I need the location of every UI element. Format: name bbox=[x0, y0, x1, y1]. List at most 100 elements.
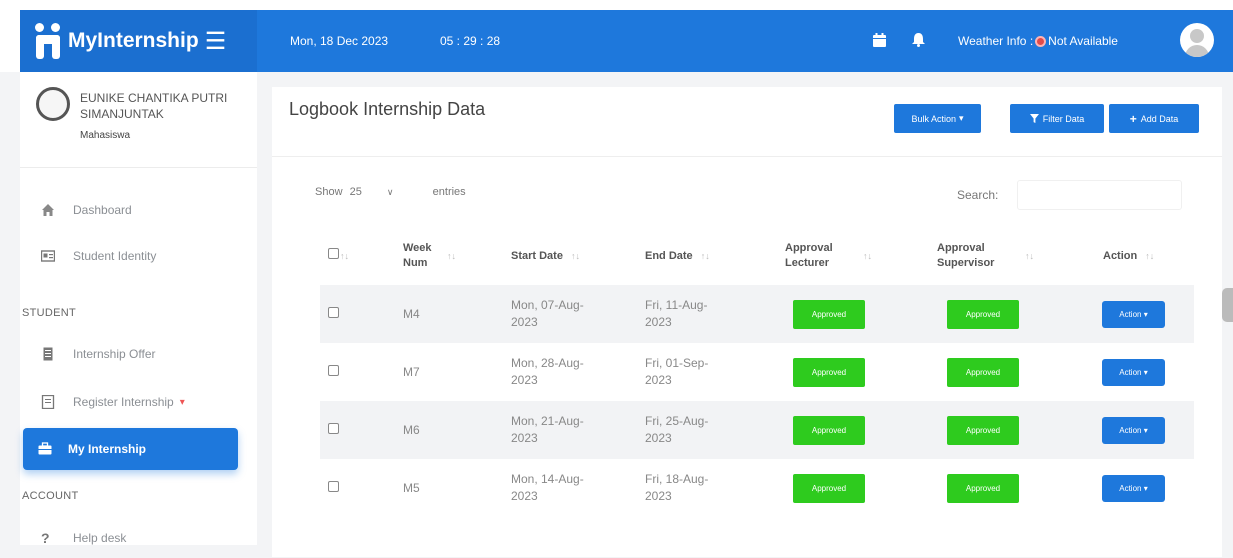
select-all-checkbox[interactable] bbox=[328, 248, 339, 259]
start-date-cell: Mon, 21-Aug-2023 bbox=[511, 414, 584, 445]
entries-value: 25 bbox=[349, 186, 362, 198]
search-input[interactable] bbox=[1017, 180, 1182, 210]
end-date-cell: Fri, 11-Aug-2023 bbox=[645, 298, 708, 329]
bulk-action-label: Bulk Action bbox=[911, 113, 956, 124]
weather-info: Weather Info : Not Available bbox=[958, 34, 1118, 48]
column-header-approval-lecturer[interactable]: Approval Lecturer ↑↓ bbox=[777, 227, 929, 285]
table-row[interactable]: M6 Mon, 21-Aug-2023 Fri, 25-Aug-2023 App… bbox=[320, 401, 1194, 459]
table-row[interactable]: M5 Mon, 14-Aug-2023 Fri, 18-Aug-2023 App… bbox=[320, 459, 1194, 517]
calendar-icon[interactable] bbox=[873, 33, 886, 47]
approved-badge: Approved bbox=[947, 357, 1019, 387]
row-checkbox[interactable] bbox=[328, 480, 339, 492]
sidebar-item-label: Dashboard bbox=[73, 203, 132, 217]
table-row[interactable]: M7 Mon, 28-Aug-2023 Fri, 01-Sep-2023 App… bbox=[320, 343, 1194, 401]
bulk-action-button[interactable]: Bulk Action ▾ bbox=[894, 104, 981, 133]
approved-badge: Approved bbox=[947, 415, 1019, 445]
approved-badge: Approved bbox=[947, 299, 1019, 329]
start-date-header-label: Start Date bbox=[511, 249, 563, 262]
sort-icon[interactable]: ↑↓ bbox=[571, 251, 580, 261]
action-label: Action bbox=[1119, 425, 1142, 435]
help-icon: ? bbox=[41, 530, 50, 546]
action-header-label: Action bbox=[1103, 249, 1138, 262]
row-action-button[interactable]: Action ▾ bbox=[1102, 358, 1165, 386]
filter-icon bbox=[1029, 114, 1039, 123]
sidebar-item-help-desk[interactable]: ? Help desk bbox=[20, 518, 257, 558]
brand[interactable]: MyInternship ☰ bbox=[20, 10, 257, 72]
row-action-button[interactable]: Action ▾ bbox=[1102, 300, 1165, 328]
sidebar-item-label: Internship Offer bbox=[73, 347, 156, 361]
sidebar-item-internship-offer[interactable]: Internship Offer bbox=[20, 334, 257, 374]
row-action-button[interactable]: Action ▾ bbox=[1102, 474, 1165, 502]
show-label: Show bbox=[315, 186, 343, 198]
profile-block: EUNIKE CHANTIKA PUTRI SIMANJUNTAK Mahasi… bbox=[20, 72, 257, 168]
week-header-label: Week Num bbox=[403, 242, 432, 269]
sidebar-section-student: STUDENT bbox=[22, 307, 77, 319]
supervisor-header-label: Approval Supervisor bbox=[937, 242, 995, 269]
bell-icon[interactable] bbox=[912, 33, 925, 47]
sort-icon[interactable]: ↑↓ bbox=[1145, 251, 1154, 261]
logbook-card: Logbook Internship Data Bulk Action ▾ Fi… bbox=[272, 87, 1222, 557]
sidebar-item-my-internship[interactable]: My Internship bbox=[23, 428, 238, 470]
top-bar: MyInternship ☰ Mon, 18 Dec 2023 05 : 29 … bbox=[0, 0, 1233, 72]
page-title: Logbook Internship Data bbox=[289, 99, 486, 119]
row-checkbox[interactable] bbox=[328, 306, 339, 318]
document-icon bbox=[43, 347, 53, 361]
approved-badge: Approved bbox=[793, 415, 865, 445]
entries-label: entries bbox=[432, 186, 466, 198]
entries-select[interactable]: 25 ∨ bbox=[350, 186, 426, 198]
table-header-row: ↑↓ Week Num ↑↓ Start Date ↑↓ End Date ↑↓ Ap… bbox=[320, 227, 1194, 285]
start-date-cell: Mon, 07-Aug-2023 bbox=[511, 298, 584, 329]
sort-icon[interactable]: ↑↓ bbox=[701, 251, 710, 261]
week-cell: M4 bbox=[395, 285, 503, 343]
select-all-header[interactable]: ↑↓ bbox=[320, 227, 395, 285]
filter-data-button[interactable]: Filter Data bbox=[1010, 104, 1104, 133]
chevron-down-icon: ▾ bbox=[179, 396, 185, 408]
approved-badge: Approved bbox=[793, 473, 865, 503]
profile-avatar bbox=[36, 87, 70, 121]
sort-icon[interactable]: ↑↓ bbox=[340, 251, 349, 261]
form-icon bbox=[41, 395, 55, 409]
week-cell: M5 bbox=[403, 480, 420, 495]
chevron-down-icon: ▾ bbox=[959, 113, 964, 123]
action-label: Action bbox=[1119, 309, 1142, 319]
sort-icon[interactable]: ↑↓ bbox=[447, 251, 456, 261]
row-checkbox[interactable] bbox=[328, 422, 339, 434]
sort-icon[interactable]: ↑↓ bbox=[1025, 251, 1034, 261]
sidebar-item-label: Student Identity bbox=[73, 249, 157, 263]
menu-toggle-icon[interactable]: ☰ bbox=[205, 27, 227, 56]
sidebar-item-register-internship[interactable]: Register Internship ▾ bbox=[20, 382, 257, 422]
week-cell: M7 bbox=[403, 364, 420, 379]
start-date-cell: Mon, 14-Aug-2023 bbox=[511, 472, 584, 503]
week-cell: M6 bbox=[395, 401, 503, 459]
weather-value: Not Available bbox=[1048, 34, 1118, 48]
chevron-down-icon: ∨ bbox=[386, 187, 394, 197]
user-avatar[interactable] bbox=[1180, 23, 1214, 57]
sort-icon[interactable]: ↑↓ bbox=[863, 251, 872, 261]
column-header-start-date[interactable]: Start Date ↑↓ bbox=[503, 227, 637, 285]
action-label: Action bbox=[1119, 483, 1142, 493]
row-action-button[interactable]: Action ▾ bbox=[1102, 416, 1165, 444]
sidebar-item-label: Register Internship bbox=[73, 395, 174, 409]
scroll-handle[interactable] bbox=[1222, 288, 1233, 322]
column-header-approval-supervisor[interactable]: Approval Supervisor ↑↓ bbox=[929, 227, 1081, 285]
column-header-end-date[interactable]: End Date ↑↓ bbox=[637, 227, 777, 285]
current-date: Mon, 18 Dec 2023 bbox=[290, 34, 389, 48]
show-entries-control: Show 25 ∨ entries bbox=[315, 186, 466, 198]
column-header-action[interactable]: Action ↑↓ bbox=[1081, 227, 1194, 285]
end-date-cell: Fri, 01-Sep-2023 bbox=[645, 356, 709, 387]
briefcase-icon bbox=[38, 442, 52, 455]
column-header-week[interactable]: Week Num ↑↓ bbox=[395, 227, 503, 285]
approved-badge: Approved bbox=[793, 299, 865, 329]
approved-badge: Approved bbox=[947, 473, 1019, 503]
table-row[interactable]: M4 Mon, 07-Aug-2023 Fri, 11-Aug-2023 App… bbox=[320, 285, 1194, 343]
weather-status-icon bbox=[1035, 35, 1047, 47]
id-card-icon bbox=[41, 250, 55, 262]
add-data-button[interactable]: + Add Data bbox=[1109, 104, 1199, 133]
lecturer-header-label: Approval Lecturer bbox=[785, 242, 833, 269]
row-checkbox[interactable] bbox=[328, 364, 339, 376]
end-date-cell: Fri, 25-Aug-2023 bbox=[645, 414, 709, 445]
sidebar-item-student-identity[interactable]: Student Identity bbox=[20, 236, 257, 276]
action-label: Action bbox=[1119, 367, 1142, 377]
sidebar-item-dashboard[interactable]: Dashboard bbox=[20, 190, 257, 230]
sidebar-item-label: Help desk bbox=[73, 531, 127, 545]
